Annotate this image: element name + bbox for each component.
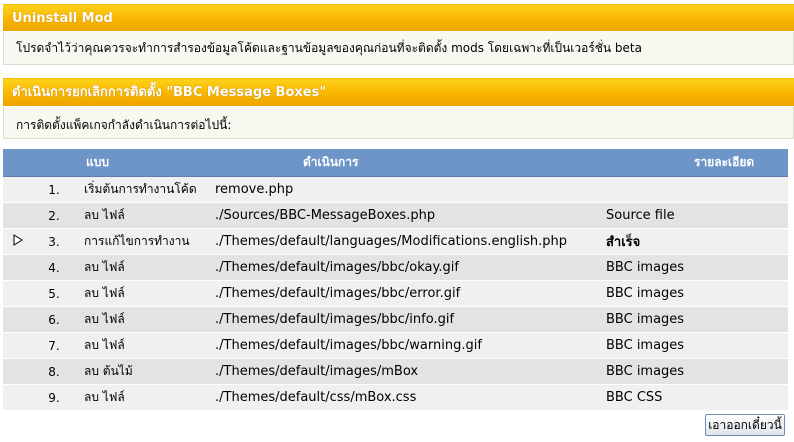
- row-number: 5.: [32, 280, 76, 307]
- current-step-marker: [3, 384, 32, 411]
- current-step-marker: [3, 332, 32, 359]
- row-number: 8.: [32, 358, 76, 385]
- table-row: 6. ลบ ไฟล์ ./Themes/default/images/bbc/inf…: [3, 306, 788, 333]
- row-type: ลบ ไฟล์: [76, 202, 207, 229]
- row-number: 2.: [32, 202, 76, 229]
- uninstall-mod-header: Uninstall Mod: [3, 4, 794, 31]
- table-header-row: แบบ ดำเนินการ รายละเอียด: [3, 149, 788, 177]
- row-details: BBC images: [598, 280, 788, 307]
- row-type: ลบ ไฟล์: [76, 332, 207, 359]
- uninstall-process-header: ดำเนินการยกเลิกการติดตั้ง "BBC Message B…: [3, 78, 794, 106]
- uninstall-now-button[interactable]: เอาออกเดี๋ยวนี้: [705, 414, 785, 436]
- uninstall-mod-title: Uninstall Mod: [12, 11, 113, 26]
- row-details: BBC CSS: [598, 384, 788, 411]
- row-number: 1.: [32, 176, 76, 203]
- row-action: ./Themes/default/images/bbc/warning.gif: [207, 332, 598, 359]
- row-details: BBC images: [598, 332, 788, 359]
- row-action: remove.php: [207, 176, 598, 203]
- row-details: สำเร็จ: [598, 228, 788, 255]
- row-number: 6.: [32, 306, 76, 333]
- current-step-marker: [3, 202, 32, 229]
- operations-table-body: 1. เริ่มต้นการทำงานโค้ด remove.php 2. ลบ ไฟล…: [3, 176, 788, 411]
- row-details: Source file: [598, 202, 788, 229]
- row-action: ./Themes/default/images/bbc/okay.gif: [207, 254, 598, 281]
- current-step-marker: [3, 306, 32, 333]
- row-type: ลบ ไฟล์: [76, 280, 207, 307]
- current-step-marker: [3, 254, 32, 281]
- row-action: ./Sources/BBC-MessageBoxes.php: [207, 202, 598, 229]
- row-details: BBC images: [598, 254, 788, 281]
- row-number: 7.: [32, 332, 76, 359]
- current-step-marker: [3, 280, 32, 307]
- row-type: ลบ ไฟล์: [76, 384, 207, 411]
- operations-table: แบบ ดำเนินการ รายละเอียด 1. เริ่มต้นการทำ…: [3, 149, 788, 411]
- process-info-text: การติดตั้งแพ็คเกจกำลังดำเนินการต่อไปนี้:: [16, 118, 232, 132]
- table-row: 7. ลบ ไฟล์ ./Themes/default/images/bbc/war…: [3, 332, 788, 359]
- backup-warning-text: โปรดจำไว้ว่าคุณควรจะทำการสำรองข้อมูลโค้ด…: [16, 41, 642, 55]
- current-step-arrow-icon: [13, 234, 23, 246]
- row-number: 9.: [32, 384, 76, 411]
- process-info: การติดตั้งแพ็คเกจกำลังดำเนินการต่อไปนี้:: [3, 107, 794, 139]
- table-row: 3. การแก้ไขการทำงาน ./Themes/default/langu…: [3, 228, 788, 255]
- table-row: 2. ลบ ไฟล์ ./Sources/BBC-MessageBoxes.php S…: [3, 202, 788, 229]
- column-header-type: แบบ: [76, 149, 207, 177]
- row-type: การแก้ไขการทำงาน: [76, 228, 207, 255]
- backup-warning: โปรดจำไว้ว่าคุณควรจะทำการสำรองข้อมูลโค้ด…: [3, 32, 794, 65]
- row-number: 4.: [32, 254, 76, 281]
- row-details: BBC images: [598, 306, 788, 333]
- row-type: ลบ ไฟล์: [76, 306, 207, 333]
- current-step-marker: [3, 176, 32, 203]
- row-type: ลบ ไฟล์: [76, 254, 207, 281]
- table-row: 5. ลบ ไฟล์ ./Themes/default/images/bbc/err…: [3, 280, 788, 307]
- column-header-details: รายละเอียด: [598, 149, 788, 177]
- row-details: [598, 176, 788, 203]
- current-step-marker: [3, 358, 32, 385]
- row-type: เริ่มต้นการทำงานโค้ด: [76, 176, 207, 203]
- column-header-action: ดำเนินการ: [207, 149, 598, 177]
- table-row: 9. ลบ ไฟล์ ./Themes/default/css/mBox.css BB…: [3, 384, 788, 411]
- row-action: ./Themes/default/images/mBox: [207, 358, 598, 385]
- row-number: 3.: [32, 228, 76, 255]
- row-action: ./Themes/default/css/mBox.css: [207, 384, 598, 411]
- table-row: 1. เริ่มต้นการทำงานโค้ด remove.php: [3, 176, 788, 203]
- row-details: BBC images: [598, 358, 788, 385]
- table-row: 4. ลบ ไฟล์ ./Themes/default/images/bbc/oka…: [3, 254, 788, 281]
- uninstall-process-title: ดำเนินการยกเลิกการติดตั้ง "BBC Message B…: [12, 85, 327, 100]
- row-type: ลบ ต้นไม้: [76, 358, 207, 385]
- table-row: 8. ลบ ต้นไม้ ./Themes/default/images/mBox B…: [3, 358, 788, 385]
- row-action: ./Themes/default/images/bbc/info.gif: [207, 306, 598, 333]
- current-step-marker: [3, 228, 32, 255]
- row-action: ./Themes/default/images/bbc/error.gif: [207, 280, 598, 307]
- row-action: ./Themes/default/languages/Modifications…: [207, 228, 598, 255]
